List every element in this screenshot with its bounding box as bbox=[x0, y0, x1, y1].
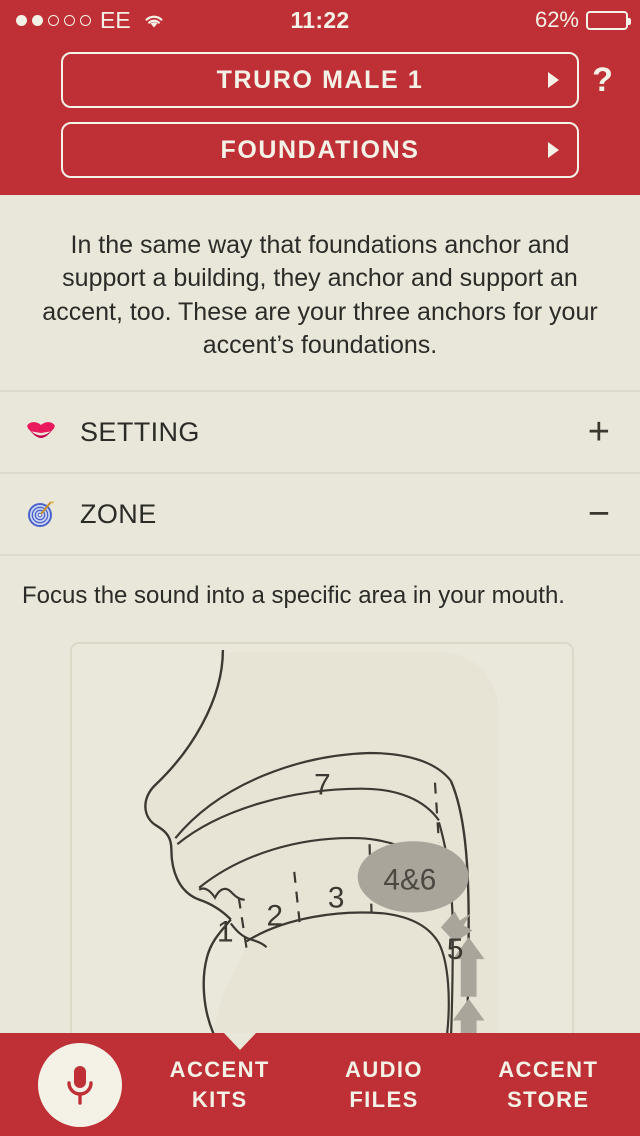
mouth-diagram-svg: 1 2 3 4&6 5 7 bbox=[144, 649, 499, 1033]
battery-icon bbox=[586, 10, 631, 30]
accordion-label-zone: ZONE bbox=[80, 498, 157, 529]
target-icon bbox=[26, 499, 72, 529]
mouth-zones-diagram: 1 2 3 4&6 5 7 bbox=[70, 642, 574, 1033]
accent-selector-label: TRURO MALE 1 bbox=[216, 65, 424, 94]
accordion-toggle-setting[interactable]: + bbox=[588, 413, 614, 451]
header-row-section: FOUNDATIONS bbox=[0, 122, 640, 178]
zone-label-5: 5 bbox=[447, 933, 464, 966]
active-tab-notch bbox=[224, 1033, 256, 1050]
zone-label-4and6: 4&6 bbox=[383, 864, 436, 897]
accordion-row-zone[interactable]: ZONE − bbox=[0, 474, 640, 554]
accent-selector-button[interactable]: TRURO MALE 1 bbox=[61, 52, 579, 108]
chevron-right-icon bbox=[548, 72, 559, 88]
tab-audio-files-line1: AUDIO bbox=[345, 1057, 423, 1083]
head-silhouette bbox=[145, 651, 499, 1033]
tab-audio-files-line2: FILES bbox=[349, 1086, 419, 1112]
app-screen: EE 11:22 62% TRURO MALE 1 ? FOUNDATIONS … bbox=[0, 0, 640, 1136]
battery-cap bbox=[628, 17, 631, 25]
tab-accent-kits-line2: KITS bbox=[191, 1086, 248, 1112]
lips-icon bbox=[26, 421, 72, 443]
header-row-accent: TRURO MALE 1 ? bbox=[0, 52, 640, 108]
microphone-icon bbox=[67, 1065, 93, 1105]
status-bar: EE 11:22 62% bbox=[0, 0, 640, 40]
intro-paragraph: In the same way that foundations anchor … bbox=[42, 231, 598, 359]
battery-percent-label: 62% bbox=[534, 7, 579, 32]
tab-audio-files[interactable]: AUDIO FILES bbox=[345, 1055, 423, 1113]
tab-accent-kits[interactable]: ACCENT KITS bbox=[170, 1055, 270, 1113]
chevron-right-icon bbox=[548, 142, 559, 158]
main-content: In the same way that foundations anchor … bbox=[0, 195, 640, 1033]
accordion-label-setting: SETTING bbox=[80, 416, 200, 447]
zone-label-2: 2 bbox=[267, 899, 284, 932]
accordion-toggle-zone[interactable]: − bbox=[588, 495, 614, 533]
tab-accent-kits-line1: ACCENT bbox=[169, 1057, 270, 1083]
tab-accent-store-line1: ACCENT bbox=[498, 1057, 599, 1083]
tab-list: ACCENT KITS AUDIO FILES ACCENT STORE bbox=[122, 1055, 640, 1113]
tab-accent-store[interactable]: ACCENT STORE bbox=[498, 1055, 598, 1113]
app-header: TRURO MALE 1 ? FOUNDATIONS bbox=[0, 40, 640, 195]
bottom-tab-bar: ACCENT KITS AUDIO FILES ACCENT STORE bbox=[0, 1033, 640, 1136]
zone-description: Focus the sound into a specific area in … bbox=[22, 582, 565, 609]
help-button[interactable]: ? bbox=[579, 61, 626, 100]
zone-label-1: 1 bbox=[217, 915, 234, 948]
record-button[interactable] bbox=[38, 1042, 122, 1127]
section-selector-button[interactable]: FOUNDATIONS bbox=[61, 122, 579, 178]
zone-label-3: 3 bbox=[328, 882, 345, 915]
status-bar-right: 62% bbox=[534, 7, 631, 33]
accordion-row-setting[interactable]: SETTING + bbox=[0, 392, 640, 472]
zone-label-7: 7 bbox=[314, 769, 331, 802]
section-selector-label: FOUNDATIONS bbox=[220, 135, 420, 164]
tab-accent-store-line2: STORE bbox=[507, 1086, 590, 1112]
